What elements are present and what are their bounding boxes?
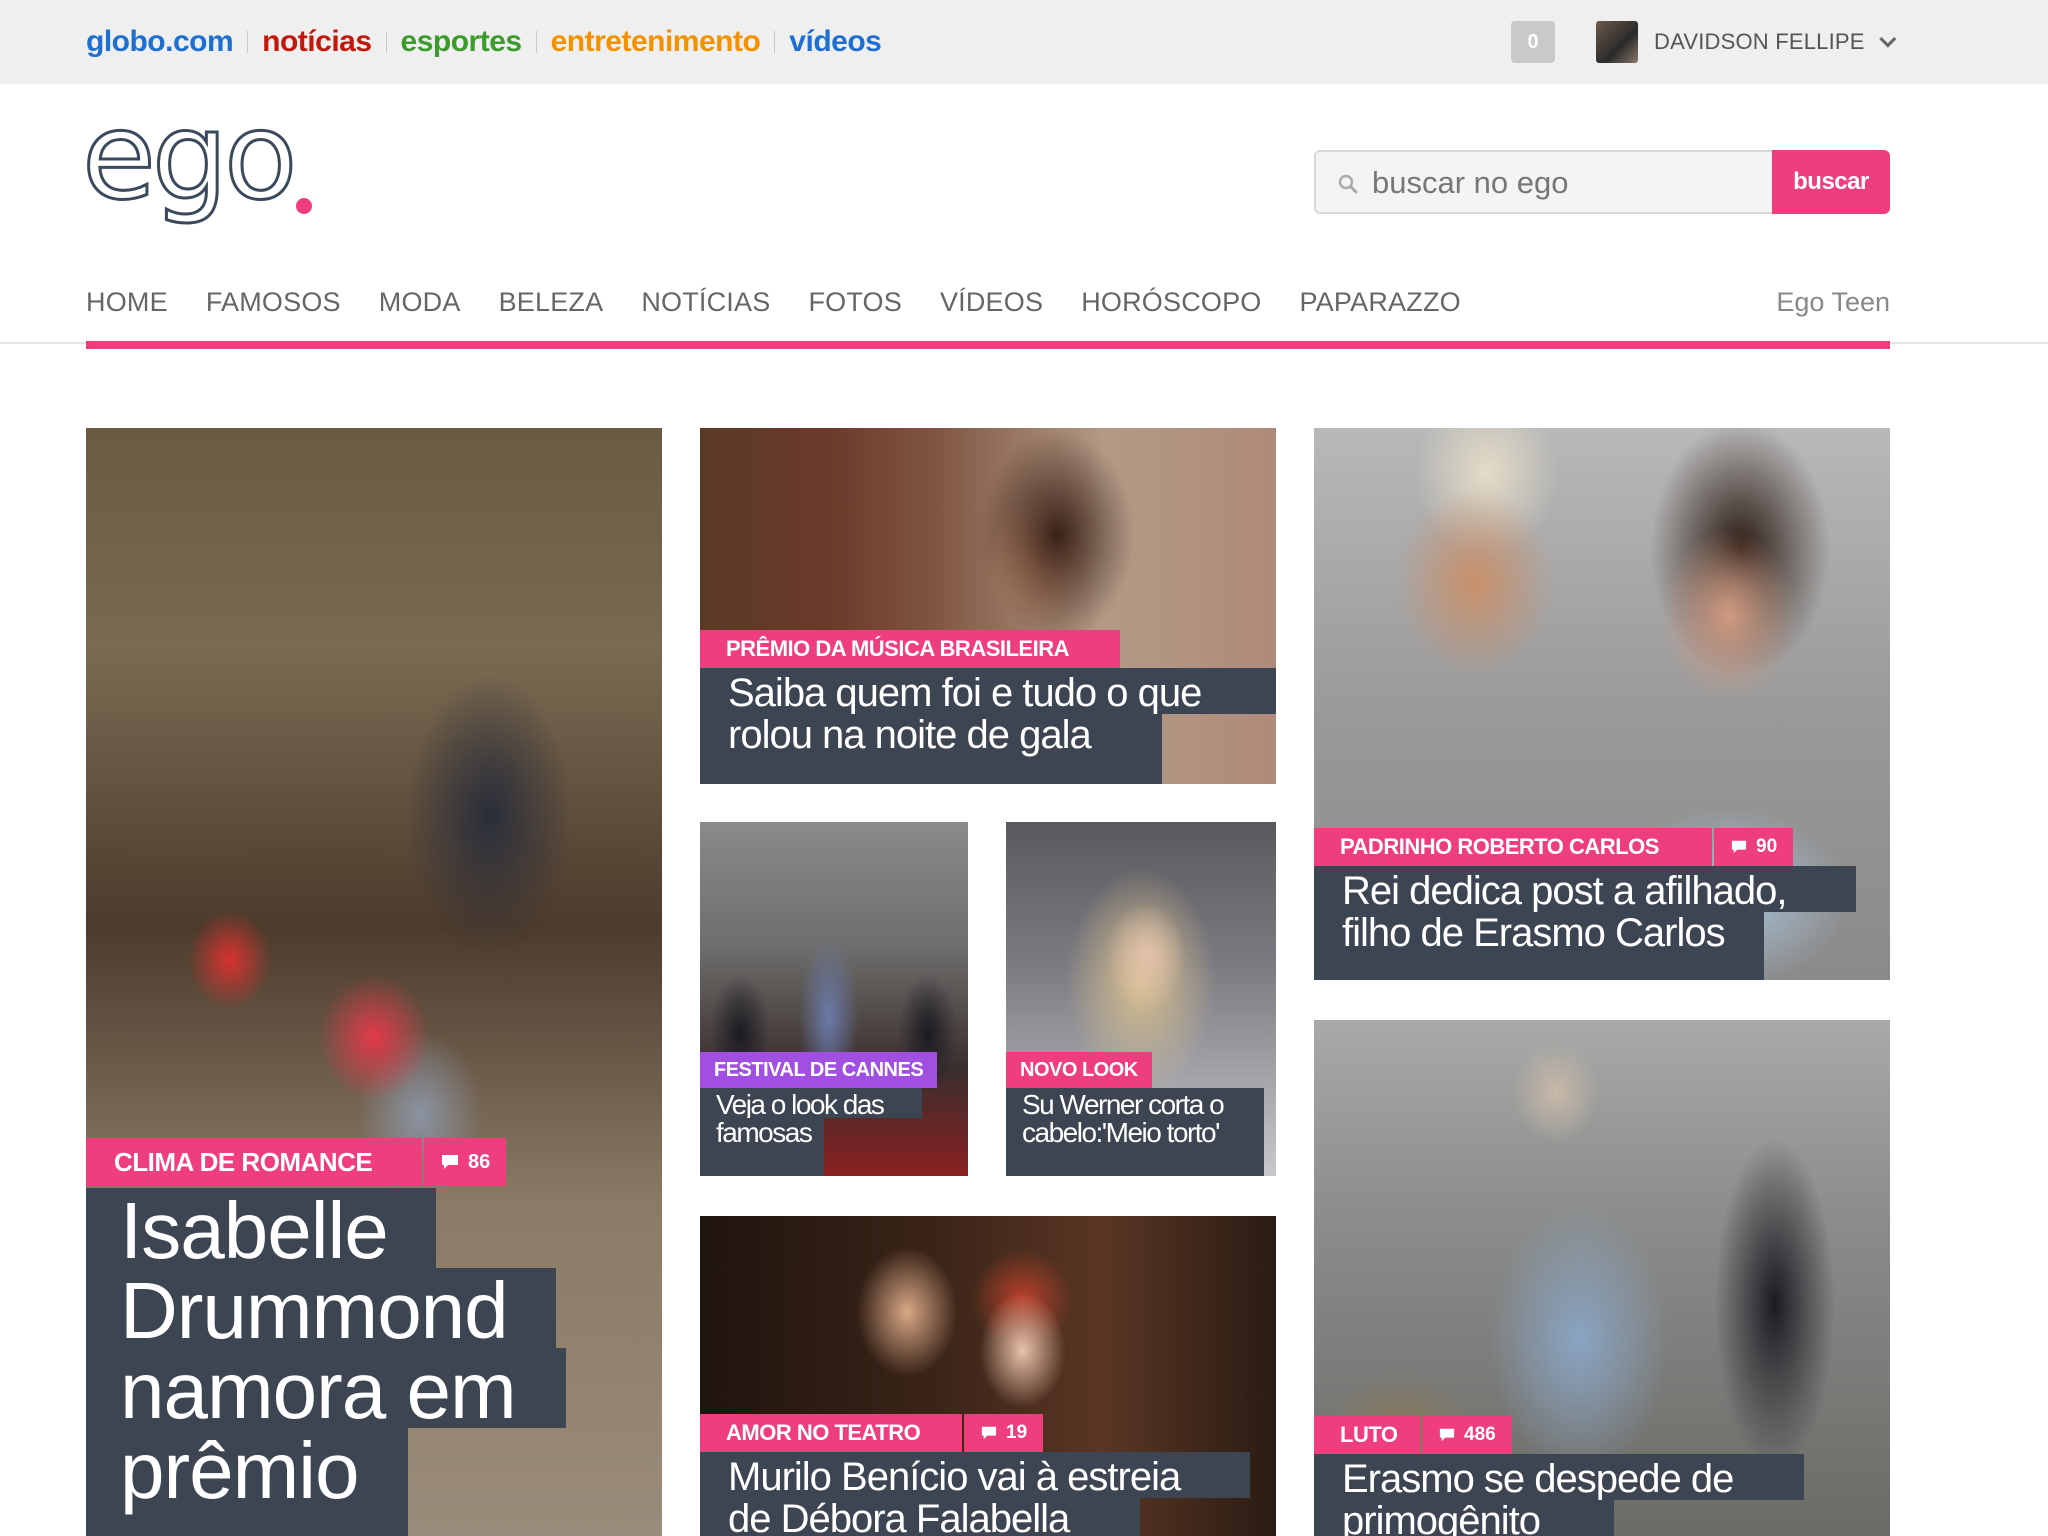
search-input[interactable] xyxy=(1372,160,1762,206)
nav-item-fotos[interactable]: FOTOS xyxy=(808,287,902,318)
username: DAVIDSON FELLIPE xyxy=(1654,29,1865,54)
comment-count-value: 90 xyxy=(1756,836,1778,857)
link-globo-com[interactable]: globo.com xyxy=(86,25,234,59)
story-card-teatro[interactable]: AMOR NO TEATRO 19 Murilo Benício vai à e… xyxy=(700,1216,1276,1536)
headline-line: Rei dedica post a afilhado, xyxy=(1342,869,1787,913)
nav-item-home[interactable]: HOME xyxy=(86,287,168,318)
comment-count-value: 19 xyxy=(1006,1422,1028,1443)
divider xyxy=(774,31,776,53)
comment-bubble-icon xyxy=(981,1426,997,1440)
link-esportes[interactable]: esportes xyxy=(401,25,523,59)
story-headline[interactable]: de Débora Falabella xyxy=(700,1497,1140,1536)
comment-count[interactable]: 90 xyxy=(1714,828,1794,866)
story-headline[interactable]: prêmio xyxy=(86,1426,408,1536)
story-headline[interactable]: Veja o look das xyxy=(700,1088,922,1120)
story-tag[interactable]: LUTO xyxy=(1314,1416,1420,1454)
avatar xyxy=(1596,21,1638,63)
story-card-isabelle[interactable]: CLIMA DE ROMANCE 86 Isabelle Drummond na… xyxy=(86,428,662,1536)
globo-portal-links: globo.com notícias esportes entretenimen… xyxy=(86,0,882,84)
nav-item-horoscopo[interactable]: HORÓSCOPO xyxy=(1081,287,1261,318)
story-headline[interactable]: Isabelle xyxy=(86,1187,436,1274)
search-button[interactable]: buscar xyxy=(1772,150,1890,214)
story-tag[interactable]: PADRINHO ROBERTO CARLOS xyxy=(1314,828,1712,866)
headline-line: Su Werner corta o xyxy=(1022,1089,1225,1120)
ego-logo[interactable]: ego xyxy=(81,87,322,248)
story-card-cannes[interactable]: FESTIVAL DE CANNES Veja o look das famos… xyxy=(700,822,968,1176)
story-headline[interactable]: filho de Erasmo Carlos xyxy=(1314,911,1764,980)
divider xyxy=(385,31,387,53)
comment-count[interactable]: 19 xyxy=(964,1414,1044,1452)
headline-line: de Débora Falabella xyxy=(728,1497,1070,1536)
story-headline[interactable]: Saiba quem foi e tudo o que xyxy=(700,668,1276,715)
story-headline[interactable]: Erasmo se despede de xyxy=(1314,1454,1804,1501)
nav-item-paparazzo[interactable]: PAPARAZZO xyxy=(1300,287,1461,318)
divider xyxy=(247,31,249,53)
headline-line: Murilo Benício vai à estreia xyxy=(728,1455,1181,1499)
comment-count[interactable]: 486 xyxy=(1422,1416,1512,1454)
comment-count-value: 86 xyxy=(468,1150,491,1173)
story-headline[interactable]: Murilo Benício vai à estreia xyxy=(700,1452,1250,1499)
headline-line: cabelo:'Meio torto' xyxy=(1022,1117,1220,1148)
nav-item-noticias[interactable]: NOTÍCIAS xyxy=(641,287,770,318)
comment-bubble-icon xyxy=(442,1155,458,1169)
story-headline[interactable]: primogênito xyxy=(1314,1499,1614,1536)
nav-accent-bar xyxy=(86,341,1890,349)
headline-line: Erasmo se despede de xyxy=(1342,1457,1734,1501)
story-tag[interactable]: FESTIVAL DE CANNES xyxy=(700,1052,938,1088)
comment-bubble-icon xyxy=(1439,1428,1455,1442)
notification-counter[interactable]: 0 xyxy=(1511,21,1555,63)
story-card-premio[interactable]: PRÊMIO DA MÚSICA BRASILEIRA Saiba quem f… xyxy=(700,428,1276,784)
story-headline[interactable]: famosas xyxy=(700,1117,824,1176)
comment-count[interactable]: 86 xyxy=(424,1138,507,1186)
nav-item-ego-teen[interactable]: Ego Teen xyxy=(1776,280,1890,324)
link-entretenimento[interactable]: entretenimento xyxy=(551,25,761,59)
story-tag[interactable]: NOVO LOOK xyxy=(1006,1052,1152,1088)
logo-dot xyxy=(296,198,312,214)
headline-line: namora em xyxy=(120,1346,517,1435)
story-tag[interactable]: CLIMA DE ROMANCE xyxy=(86,1138,422,1186)
story-card-luto[interactable]: LUTO 486 Erasmo se despede de primogênit… xyxy=(1314,1020,1890,1536)
headline-line: primogênito xyxy=(1342,1499,1541,1536)
logo-text: ego xyxy=(82,108,293,227)
divider xyxy=(535,31,537,53)
headline-line: Isabelle xyxy=(120,1186,389,1275)
nav-item-beleza[interactable]: BELEZA xyxy=(499,287,604,318)
globo-global-bar: globo.com notícias esportes entretenimen… xyxy=(0,0,2048,84)
search-form: buscar xyxy=(1314,150,1890,214)
headline-line: Drummond xyxy=(120,1266,509,1355)
story-headline[interactable]: cabelo:'Meio torto' xyxy=(1006,1117,1264,1176)
story-tag[interactable]: AMOR NO TEATRO xyxy=(700,1414,962,1452)
link-videos[interactable]: vídeos xyxy=(789,25,882,59)
headline-line: Veja o look das xyxy=(716,1089,885,1120)
headline-line: prêmio xyxy=(120,1426,360,1515)
chevron-down-icon xyxy=(1878,30,1896,48)
story-headline[interactable]: Drummond xyxy=(86,1267,556,1354)
search-icon xyxy=(1338,174,1358,194)
story-tag[interactable]: PRÊMIO DA MÚSICA BRASILEIRA xyxy=(700,630,1120,668)
headline-line: Saiba quem foi e tudo o que xyxy=(728,671,1202,715)
story-headline[interactable]: Rei dedica post a afilhado, xyxy=(1314,866,1856,913)
user-menu[interactable]: DAVIDSON FELLIPE xyxy=(1596,20,1896,64)
headline-line: famosas xyxy=(716,1117,813,1148)
headline-line: rolou na noite de gala xyxy=(728,713,1092,757)
story-card-padrinho[interactable]: PADRINHO ROBERTO CARLOS 90 Rei dedica po… xyxy=(1314,428,1890,980)
story-headline[interactable]: Su Werner corta o xyxy=(1006,1088,1264,1120)
nav-item-moda[interactable]: MODA xyxy=(379,287,461,318)
comment-count-value: 486 xyxy=(1464,1424,1496,1445)
search-box xyxy=(1314,150,1774,214)
story-headline[interactable]: rolou na noite de gala xyxy=(700,713,1162,784)
nav-item-famosos[interactable]: FAMOSOS xyxy=(206,287,341,318)
comment-bubble-icon xyxy=(1731,840,1747,854)
nav-item-videos[interactable]: VÍDEOS xyxy=(940,287,1043,318)
headline-line: filho de Erasmo Carlos xyxy=(1342,911,1726,955)
link-noticias[interactable]: notícias xyxy=(262,25,372,59)
story-card-novo-look[interactable]: NOVO LOOK Su Werner corta o cabelo:'Meio… xyxy=(1006,822,1276,1176)
story-headline[interactable]: namora em xyxy=(86,1347,566,1434)
main-nav: HOME FAMOSOS MODA BELEZA NOTÍCIAS FOTOS … xyxy=(86,280,1499,324)
